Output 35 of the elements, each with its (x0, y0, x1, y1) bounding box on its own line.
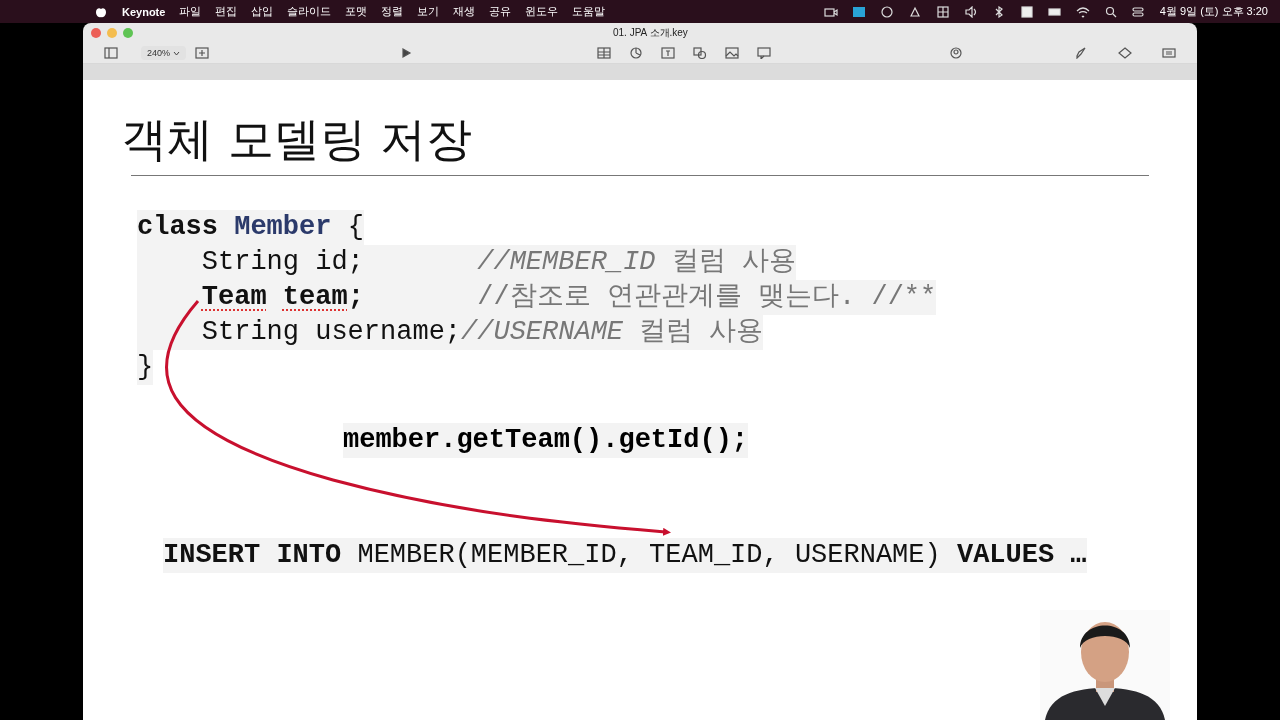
grid-icon[interactable] (935, 5, 950, 18)
text-box-icon[interactable] (661, 47, 676, 59)
sidebar-icon[interactable] (104, 47, 118, 59)
menu-item[interactable]: 포맷 (345, 4, 368, 19)
menu-item[interactable]: 공유 (489, 4, 512, 19)
caret-icon (173, 50, 181, 56)
menu-item[interactable]: 윈도우 (525, 4, 559, 19)
video-icon[interactable] (823, 5, 838, 18)
slide-title: 객체 모델링 저장 (121, 112, 473, 168)
animate-icon[interactable] (1118, 47, 1132, 59)
menu-item[interactable]: 재생 (453, 4, 476, 19)
menu-item[interactable]: 편집 (215, 4, 238, 19)
menu-item[interactable]: 보기 (417, 4, 440, 19)
table-icon[interactable] (597, 47, 612, 59)
add-slide-icon[interactable] (195, 47, 210, 59)
menu-item[interactable]: 슬라이드 (287, 4, 332, 19)
zoom-dropdown[interactable]: 240% (141, 46, 187, 60)
collaborate-icon[interactable] (949, 47, 964, 59)
shape-icon[interactable] (693, 47, 708, 59)
chart-icon[interactable] (629, 47, 644, 59)
menu-item[interactable]: 도움말 (572, 4, 606, 19)
clock: 4월 9일 (토) 오후 3:20 (1159, 4, 1268, 19)
close-button[interactable] (91, 28, 101, 38)
menu-item[interactable]: 파일 (179, 4, 202, 19)
window-title[interactable]: 01. JPA 소개.key (613, 26, 688, 40)
search-icon[interactable] (1103, 5, 1118, 18)
app-menu[interactable]: Keynote (122, 5, 166, 18)
comment-icon[interactable] (757, 47, 772, 59)
wifi-icon[interactable] (1075, 5, 1090, 18)
image-icon[interactable] (725, 47, 740, 59)
menu-item[interactable]: 정렬 (381, 4, 404, 19)
apple-icon[interactable] (94, 5, 108, 18)
volume-icon[interactable] (963, 5, 978, 18)
control-center-icon[interactable] (1131, 5, 1146, 18)
menu-item[interactable]: 삽입 (251, 4, 274, 19)
